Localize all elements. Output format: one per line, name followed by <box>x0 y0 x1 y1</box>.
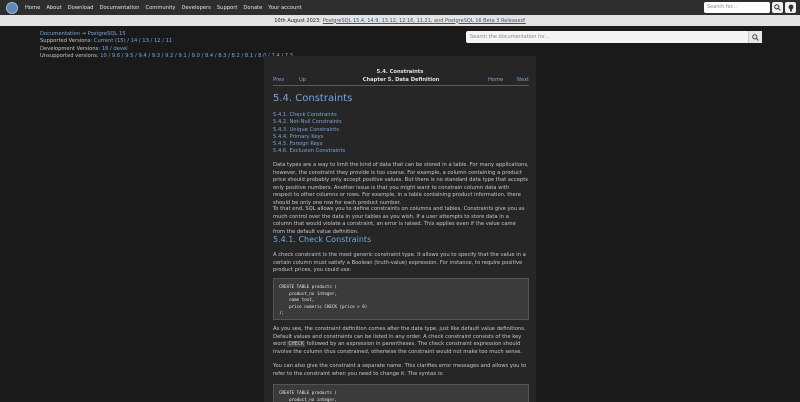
top-nav-bar: Home About Download Documentation Commun… <box>0 0 800 15</box>
toc-link-not-null-constraints[interactable]: 5.4.2. Not-Null Constraints <box>273 119 345 126</box>
main-nav: Home About Download Documentation Commun… <box>25 0 302 15</box>
section-title-check-constraints: 5.4.1. Check Constraints <box>273 235 372 244</box>
lightbulb-icon <box>788 4 793 11</box>
home-link[interactable]: Home <box>488 77 503 83</box>
header-divider <box>273 85 529 86</box>
prev-link[interactable]: Prev <box>273 77 284 83</box>
keyword-check: CHECK <box>287 341 306 348</box>
version-info: Documentation → PostgreSQL 15 Supported … <box>40 31 293 61</box>
toc-link-foreign-keys[interactable]: 5.4.5. Foreign Keys <box>273 141 345 148</box>
theme-toggle-button[interactable] <box>785 2 796 13</box>
code-block-named-constraint: CREATE TABLE products ( product_no integ… <box>273 384 529 402</box>
nav-about-link[interactable]: About <box>46 5 61 11</box>
nav-community-link[interactable]: Community <box>145 5 175 11</box>
constraint-name-paragraph: You can also give the constraint a separ… <box>273 363 527 377</box>
unsupported-versions-label: Unsupported versions: <box>40 53 99 60</box>
supported-versions-label: Supported Versions: <box>40 38 93 45</box>
postgresql-elephant-logo-icon[interactable] <box>6 2 18 14</box>
site-search-button[interactable] <box>772 2 783 13</box>
search-icon <box>752 33 759 41</box>
nav-support-link[interactable]: Support <box>217 5 238 11</box>
banner-date: 10th August 2023: <box>274 17 321 24</box>
toc-link-check-constraints[interactable]: 5.4.1. Check Constraints <box>273 112 345 119</box>
nav-documentation-link[interactable]: Documentation <box>99 5 139 11</box>
nav-header-row: Chapter 5. Data Definition Prev Up Home … <box>273 77 529 84</box>
site-search-input[interactable]: Search for... <box>704 2 770 13</box>
code-block-create-table: CREATE TABLE products ( product_no integ… <box>273 278 529 320</box>
breadcrumb-arrow: → <box>81 31 87 37</box>
paragraph-text-end: followed by an expression in parentheses… <box>273 341 523 355</box>
breadcrumb: Documentation → PostgreSQL 15 <box>40 31 293 38</box>
check-constraints-paragraph: A check constraint is the most generic c… <box>273 252 526 274</box>
table-of-contents: 5.4.1. Check Constraints 5.4.2. Not-Null… <box>273 112 345 156</box>
search-icon <box>774 4 781 11</box>
nav-developers-link[interactable]: Developers <box>182 5 211 11</box>
nav-home-link[interactable]: Home <box>25 5 40 11</box>
intro-paragraph-1: Data types are a way to limit the kind o… <box>273 162 529 206</box>
unsupported-versions-row: Unsupported versions: 10 / 9.6 / 9.5 / 9… <box>40 53 293 60</box>
doc-page: 5.4. Constraints Chapter 5. Data Definit… <box>264 56 536 402</box>
release-banner: 10th August 2023: PostgreSQL 15.4, 14.9,… <box>0 15 800 26</box>
intro-paragraph-2: To that end, SQL allows you to define co… <box>273 206 525 235</box>
up-link[interactable]: Up <box>299 77 306 83</box>
breadcrumb-documentation-link[interactable]: Documentation <box>40 31 80 37</box>
nav-donate-link[interactable]: Donate <box>243 5 262 11</box>
toc-link-exclusion-constraints[interactable]: 5.4.6. Exclusion Constraints <box>273 148 345 155</box>
constraint-definition-paragraph: As you see, the constraint definition co… <box>273 326 529 356</box>
supported-versions-links[interactable]: Current (15) / 14 / 13 / 12 / 11 <box>94 38 172 44</box>
toc-link-primary-keys[interactable]: 5.4.4. Primary Keys <box>273 134 345 141</box>
development-versions-links[interactable]: 16 / devel <box>102 46 128 52</box>
page-title: 5.4. Constraints <box>273 93 353 104</box>
nav-download-link[interactable]: Download <box>68 5 94 11</box>
banner-release-link[interactable]: PostgreSQL 15.4, 14.9, 13.12, 12.16, 11.… <box>323 18 526 24</box>
toc-link-unique-constraints[interactable]: 5.4.3. Unique Constraints <box>273 127 345 134</box>
development-versions-row: Development Versions: 16 / devel <box>40 46 293 53</box>
nav-header-title: 5.4. Constraints <box>376 69 424 75</box>
breadcrumb-version-link[interactable]: PostgreSQL 15 <box>88 31 126 37</box>
development-versions-label: Development Versions: <box>40 45 101 52</box>
supported-versions-row: Supported Versions: Current (15) / 14 / … <box>40 38 293 45</box>
next-link[interactable]: Next <box>517 77 529 83</box>
doc-search-button[interactable] <box>748 31 762 43</box>
nav-your-account-link[interactable]: Your account <box>268 5 301 11</box>
doc-search-input[interactable]: Search the documentation for... <box>466 31 762 43</box>
